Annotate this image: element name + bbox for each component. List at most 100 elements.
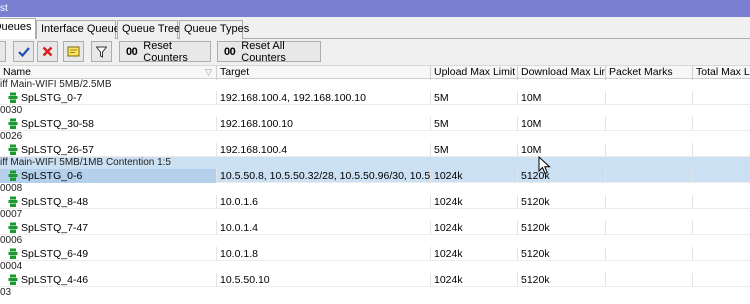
queue-name-cell: SpLSTQ_30-58: [0, 117, 217, 131]
note-icon: [67, 46, 80, 57]
queue-comment: iff Main-WIFI 5MB/1MB Contention 1:5: [0, 157, 750, 169]
queue-name: SpLSTG_0-6: [21, 170, 83, 182]
queue-upload-cell: 5M: [431, 117, 518, 131]
add-button[interactable]: [0, 41, 6, 62]
queue-marks-cell: [606, 143, 693, 157]
tab-queue-types[interactable]: Queue Types: [179, 20, 249, 39]
queue-name: SpLSTQ_8-48: [21, 196, 89, 208]
queue-marks-cell: [606, 221, 693, 235]
toolbar: 00 Reset Counters 00 Reset All Counters: [0, 39, 750, 65]
simple-queue-icon: [8, 248, 18, 259]
queue-comment: 0006: [0, 235, 23, 246]
counter-icon: 00: [126, 45, 138, 58]
queue-name: SpLSTG_0-7: [21, 92, 83, 104]
reset-all-counters-button[interactable]: 00 Reset All Counters: [217, 39, 321, 64]
queue-total-cell: [693, 91, 750, 105]
queue-target-cell: 10.5.50.10: [217, 273, 431, 287]
cross-icon: [42, 46, 53, 57]
filter-icon: [96, 46, 107, 58]
sort-icon: ▽: [205, 67, 212, 77]
queue-name-cell: SpLSTQ_4-46: [0, 273, 217, 287]
tab-bar: Queues Interface Queues Queue Tree Queue…: [0, 17, 750, 40]
simple-queue-icon: [8, 92, 18, 103]
reset-counters-button[interactable]: 00 Reset Counters: [119, 40, 211, 64]
window-title: st: [0, 3, 8, 14]
queue-total-cell: [693, 247, 750, 261]
simple-queue-icon: [8, 144, 18, 155]
queue-comment: 0026: [0, 131, 23, 142]
reset-all-counters-label: Reset All Counters: [241, 39, 286, 64]
queue-table: Name ▽ Target Upload Max Limit Download M…: [0, 65, 750, 304]
queue-target-cell: 10.0.1.6: [217, 195, 431, 209]
queue-upload-cell: 1024k: [431, 247, 518, 261]
queue-name-cell: SpLSTQ_7-47: [0, 221, 217, 235]
queue-comment: 0030: [0, 105, 23, 116]
queue-download-cell: 5120k: [518, 169, 606, 183]
simple-queue-icon: [8, 170, 18, 181]
column-header-upload-max-limit[interactable]: Upload Max Limit: [431, 66, 518, 80]
queue-name-cell: SpLSTQ_6-49: [0, 247, 217, 261]
queue-upload-cell: 5M: [431, 143, 518, 157]
queue-upload-cell: 1024k: [431, 169, 518, 183]
table-body: iff Main-WIFI 5MB/2.5MB SpLSTG_0-7 192.168…: [0, 79, 750, 299]
queue-marks-cell: [606, 247, 693, 261]
queue-download-cell: 5120k: [518, 221, 606, 235]
column-header-target[interactable]: Target: [217, 66, 431, 80]
counter-all-icon: 00: [224, 45, 236, 58]
column-header-download-max-limit[interactable]: Download Max Limit: [518, 66, 606, 80]
queue-download-cell: 5120k: [518, 273, 606, 287]
queue-download-cell: 10M: [518, 143, 606, 157]
table-row[interactable]: SpLSTQ_7-47 10.0.1.4 1024k 5120k: [0, 221, 750, 235]
comment-button[interactable]: [63, 41, 84, 62]
queue-total-cell: [693, 195, 750, 209]
queue-download-cell: 5120k: [518, 247, 606, 261]
queue-marks-cell: [606, 273, 693, 287]
queue-marks-cell: [606, 91, 693, 105]
table-row[interactable]: SpLSTG_0-7 192.168.100.4, 192.168.100.10 5…: [0, 91, 750, 105]
column-header-packet-marks[interactable]: Packet Marks: [606, 66, 693, 80]
queue-download-cell: 10M: [518, 117, 606, 131]
tab-queues[interactable]: Queues: [0, 18, 36, 40]
queue-name: SpLSTQ_30-58: [21, 118, 94, 130]
simple-queue-icon: [8, 118, 18, 129]
queue-comment: 0007: [0, 209, 23, 220]
queue-total-cell: [693, 221, 750, 235]
column-header-name[interactable]: Name ▽: [0, 66, 217, 80]
table-row[interactable]: SpLSTQ_30-58 192.168.100.10 5M 10M: [0, 117, 750, 131]
simple-queue-icon: [8, 274, 18, 285]
table-row[interactable]: SpLSTQ_6-49 10.0.1.8 1024k 5120k: [0, 247, 750, 261]
queue-total-cell: [693, 143, 750, 157]
filter-button[interactable]: [91, 41, 112, 62]
queue-upload-cell: 5M: [431, 91, 518, 105]
queue-download-cell: 5120k: [518, 195, 606, 209]
table-row[interactable]: SpLSTQ_4-46 10.5.50.10 1024k 5120k: [0, 273, 750, 287]
checkmark-icon: [17, 46, 30, 57]
tab-interface-queues[interactable]: Interface Queues: [36, 20, 125, 39]
table-row[interactable]: SpLSTG_0-6 10.5.50.8, 10.5.50.32/28, 10.5…: [0, 169, 750, 183]
queue-marks-cell: [606, 169, 693, 183]
table-row[interactable]: SpLSTQ_8-48 10.0.1.6 1024k 5120k: [0, 195, 750, 209]
window-title-bar: st: [0, 0, 750, 17]
queue-target-cell: 192.168.100.4: [217, 143, 431, 157]
queue-name-cell: SpLSTG_0-6: [0, 169, 217, 183]
queue-comment: 03: [0, 287, 12, 298]
queue-target-cell: 192.168.100.4, 192.168.100.10: [217, 91, 431, 105]
simple-queue-icon: [8, 196, 18, 207]
queue-total-cell: [693, 169, 750, 183]
queue-target-cell: 10.5.50.8, 10.5.50.32/28, 10.5.50.96/30,…: [217, 169, 431, 183]
tab-queue-tree[interactable]: Queue Tree: [117, 20, 180, 39]
queue-name-cell: SpLSTQ_26-57: [0, 143, 217, 157]
disable-button[interactable]: [37, 41, 58, 62]
queue-download-cell: 10M: [518, 91, 606, 105]
queue-target-cell: 10.0.1.4: [217, 221, 431, 235]
simple-queue-icon: [8, 222, 18, 233]
queue-upload-cell: 1024k: [431, 195, 518, 209]
table-row[interactable]: SpLSTQ_26-57 192.168.100.4 5M 10M: [0, 143, 750, 157]
queue-name: SpLSTQ_26-57: [21, 144, 94, 156]
enable-button[interactable]: [13, 41, 34, 62]
queue-name: SpLSTQ_4-46: [21, 274, 89, 286]
queue-total-cell: [693, 117, 750, 131]
queue-marks-cell: [606, 195, 693, 209]
column-header-total-max-limit[interactable]: Total Max Limit: [693, 66, 750, 80]
queue-comment: 0008: [0, 183, 23, 194]
